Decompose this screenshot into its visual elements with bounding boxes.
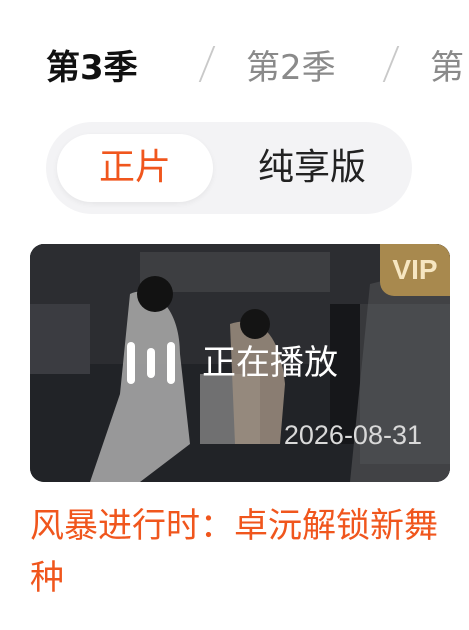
episode-date: 2026-08-31 — [283, 420, 422, 450]
now-playing-indicator: 正在播放 — [126, 340, 338, 386]
tab-season-3[interactable]: 第3季 — [46, 42, 138, 94]
season-separator — [382, 46, 400, 82]
segment-main-feature[interactable]: 正片 — [57, 134, 213, 202]
season-tabs: 第3季 第2季 第 — [0, 38, 469, 98]
segment-exclusive-version[interactable]: 纯享版 — [226, 134, 398, 202]
equalizer-bars-icon — [127, 342, 175, 384]
episode-card[interactable]: VIP 正在播放 2026-08-31 — [30, 244, 450, 482]
season-separator — [198, 46, 216, 82]
now-playing-label: 正在播放 — [202, 343, 338, 383]
tab-season-1-partial[interactable]: 第 — [430, 42, 464, 94]
vip-badge: VIP — [380, 244, 450, 296]
episode-title[interactable]: 风暴进行时：卓沅解锁新舞种 — [30, 500, 454, 604]
tab-season-2[interactable]: 第2季 — [246, 42, 336, 94]
content-type-switch: 正片 纯享版 — [46, 122, 412, 214]
